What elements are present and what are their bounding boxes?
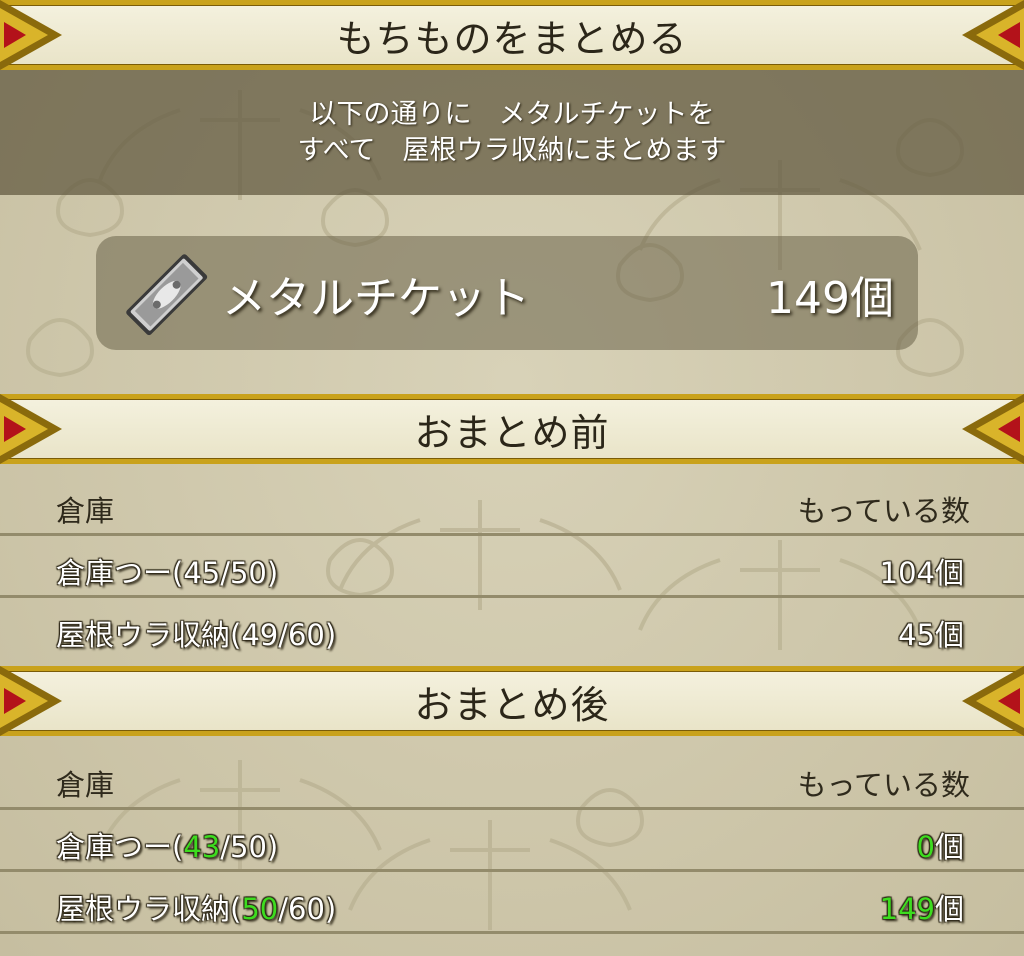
item-name: メタルチケット bbox=[222, 273, 530, 324]
storage-count: 45個 bbox=[898, 618, 964, 652]
storage-name: 屋根ウラ収納(50/60) bbox=[56, 886, 336, 928]
page-title: もちものをまとめる bbox=[336, 16, 688, 61]
table-header-row: 倉庫 もっている数 bbox=[0, 748, 1024, 810]
column-header-count: もっている数 bbox=[797, 768, 970, 802]
storage-count-unit: 個 bbox=[934, 892, 964, 926]
column-header-location: 倉庫 bbox=[56, 494, 115, 528]
item-summary-panel: メタルチケット 149個 bbox=[96, 236, 918, 350]
column-header-location: 倉庫 bbox=[56, 768, 115, 802]
message-line-1: 以下の通りに メタルチケットを bbox=[309, 98, 715, 130]
section-banner-after: おまとめ後 bbox=[0, 666, 1024, 736]
instruction-message: 以下の通りに メタルチケットを すべて 屋根ウラ収納にまとめます bbox=[0, 70, 1024, 195]
storage-used-highlight: 43 bbox=[183, 830, 221, 864]
banner-corner-ornament-icon bbox=[962, 666, 1024, 736]
column-header-count: もっている数 bbox=[797, 494, 970, 528]
before-table: 倉庫 もっている数 倉庫つー(45/50) 104個 屋根ウラ収納(49/60)… bbox=[0, 474, 1024, 660]
storage-count: 104個 bbox=[879, 556, 964, 590]
storage-count-value: 0 bbox=[916, 830, 935, 864]
table-row: 屋根ウラ収納(50/60) 149個 bbox=[0, 872, 1024, 934]
banner-corner-ornament-icon bbox=[962, 394, 1024, 464]
message-line-2: すべて 屋根ウラ収納にまとめます bbox=[297, 134, 727, 166]
storage-name: 倉庫つー(43/50) bbox=[56, 824, 278, 866]
storage-label: 屋根ウラ収納( bbox=[56, 892, 242, 926]
title-banner: もちものをまとめる bbox=[0, 0, 1024, 70]
storage-count-value: 149 bbox=[879, 892, 935, 926]
item-count: 149個 bbox=[766, 273, 894, 324]
storage-name: 屋根ウラ収納(49/60) bbox=[56, 618, 337, 652]
storage-count-unit: 個 bbox=[934, 830, 964, 864]
storage-count: 149個 bbox=[880, 886, 964, 928]
metal-ticket-icon bbox=[126, 254, 208, 336]
storage-label: 倉庫つー( bbox=[56, 830, 184, 864]
storage-name: 倉庫つー(45/50) bbox=[56, 556, 279, 590]
table-row: 屋根ウラ収納(49/60) 45個 bbox=[0, 598, 1024, 660]
storage-count: 0個 bbox=[917, 824, 964, 866]
table-row: 倉庫つー(45/50) 104個 bbox=[0, 536, 1024, 598]
section-banner-before: おまとめ前 bbox=[0, 394, 1024, 464]
banner-corner-ornament-icon bbox=[962, 0, 1024, 70]
storage-used-highlight: 50 bbox=[241, 892, 279, 926]
storage-capacity: /50) bbox=[220, 830, 279, 864]
after-table: 倉庫 もっている数 倉庫つー(43/50) 0個 屋根ウラ収納(50/60) 1… bbox=[0, 748, 1024, 934]
storage-capacity: /60) bbox=[278, 892, 337, 926]
table-row: 倉庫つー(43/50) 0個 bbox=[0, 810, 1024, 872]
section-title-after: おまとめ後 bbox=[414, 682, 610, 727]
section-title-before: おまとめ前 bbox=[414, 410, 610, 455]
table-header-row: 倉庫 もっている数 bbox=[0, 474, 1024, 536]
